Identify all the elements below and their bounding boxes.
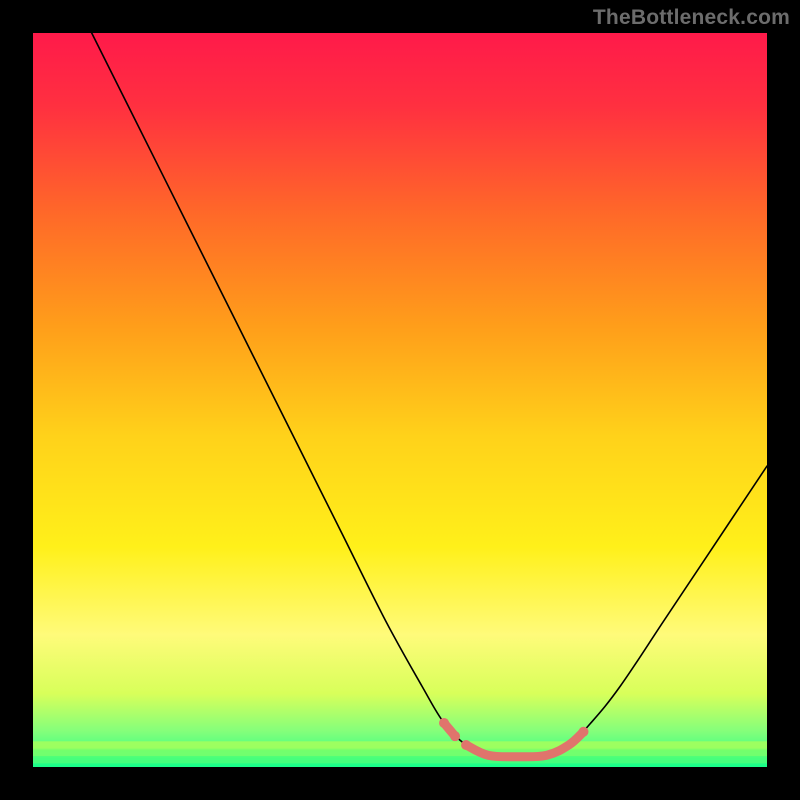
highlight-dot (450, 731, 460, 741)
chart-container: TheBottleneck.com (0, 0, 800, 800)
highlight-dot (579, 727, 589, 737)
attribution-text: TheBottleneck.com (593, 6, 790, 30)
highlight-dot (461, 740, 471, 750)
chart-svg (33, 33, 767, 767)
plot-area (33, 33, 767, 767)
highlight-dot (439, 718, 449, 728)
